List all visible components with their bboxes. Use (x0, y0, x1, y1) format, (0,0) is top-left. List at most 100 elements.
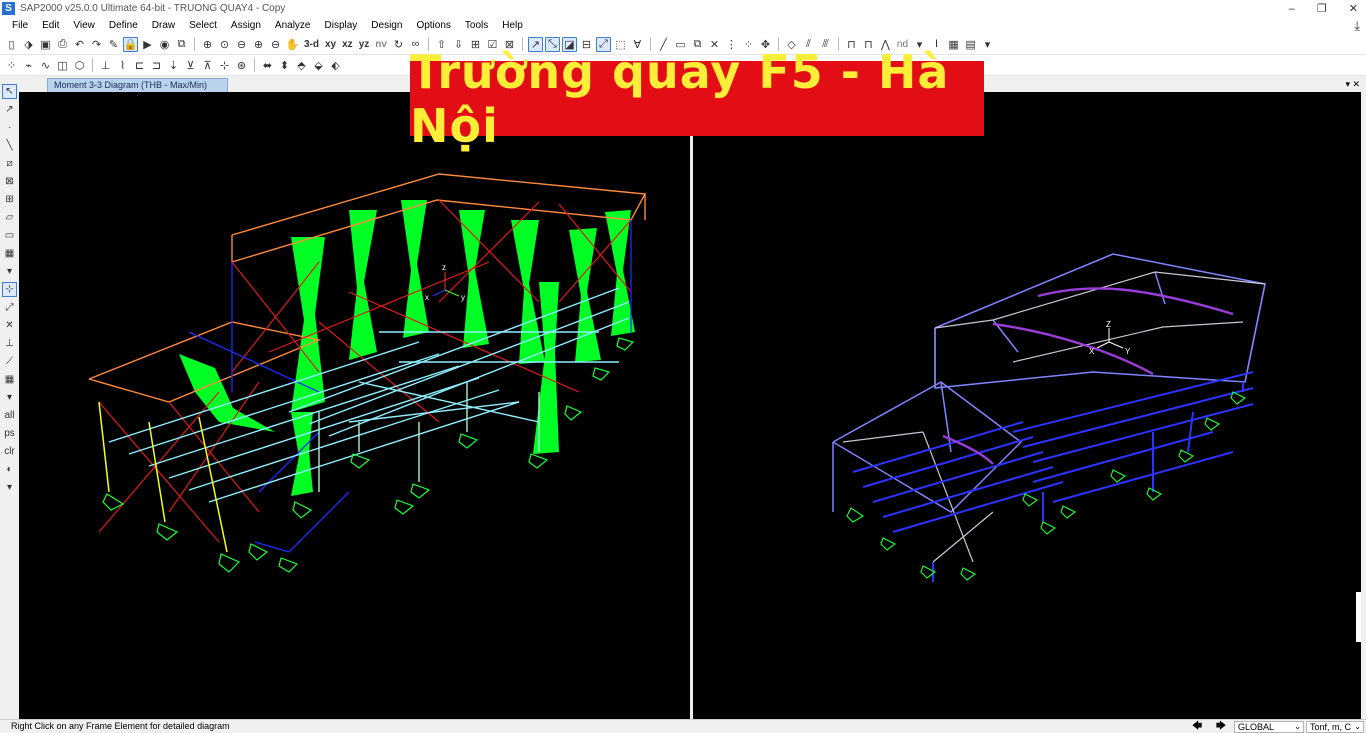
right-axis-y-label: Y (1125, 347, 1131, 356)
run-animation-icon[interactable]: ◉ (157, 37, 172, 52)
assign-group-icon[interactable]: ⊛ (234, 58, 249, 73)
pointer-select-icon[interactable]: ↖ (2, 84, 17, 99)
design-aluminum-icon[interactable]: ⬙ (311, 58, 326, 73)
design-steel-icon[interactable]: ⬌ (260, 58, 275, 73)
restore-button[interactable]: ❐ (1317, 2, 1327, 15)
design-cold-formed-icon[interactable]: ⬘ (294, 58, 309, 73)
menu-view[interactable]: View (66, 17, 102, 34)
right-axis-z-label: Z (1106, 320, 1111, 329)
save-icon[interactable]: ▣ (38, 37, 53, 52)
draw-solid-icon[interactable]: ⬡ (72, 58, 87, 73)
menu-tools[interactable]: Tools (458, 17, 495, 34)
view-xz-button[interactable]: xz (340, 39, 355, 50)
left-3d-viewport[interactable]: z y x (19, 92, 690, 719)
assign-load-icon[interactable]: ⇣ (166, 58, 181, 73)
lock-icon[interactable]: 🔒 (123, 36, 138, 52)
reshape-icon[interactable]: ↗ (2, 102, 17, 117)
zoom-in-icon[interactable]: ⊕ (251, 37, 266, 52)
select-all-side-icon[interactable]: all (2, 408, 17, 423)
download-icon[interactable]: ⤓ (1354, 17, 1360, 34)
zoom-previous-icon[interactable]: ⊖ (234, 37, 249, 52)
previous-select-icon[interactable]: ps (2, 426, 17, 441)
right-3d-viewport[interactable]: Z Y X (693, 92, 1361, 719)
clear-select-icon[interactable]: clr (2, 444, 17, 459)
sidebar-chevron2-icon[interactable]: ▾ (2, 390, 17, 405)
sidebar-chevron-icon[interactable]: ▾ (2, 264, 17, 279)
undo-icon[interactable]: ↶ (72, 37, 87, 52)
draw-rect-area-icon[interactable]: ▭ (2, 228, 17, 243)
snap-intersect-icon[interactable]: ✕ (2, 318, 17, 333)
view-3d-button[interactable]: 3-d (302, 39, 321, 50)
title-banner: Trường quay F5 - Hà Nội (410, 45, 984, 153)
sap2000-app-window: S SAP2000 v25.0.0 Ultimate 64-bit - TRUO… (0, 0, 1366, 733)
print-icon[interactable]: ⎙ (55, 37, 70, 52)
edit-pencil-icon[interactable]: ✎ (106, 37, 121, 52)
minimize-button[interactable]: – (1289, 3, 1295, 15)
coordinate-system-value: GLOBAL (1238, 722, 1275, 732)
view-nv-button[interactable]: nv (373, 39, 389, 50)
quick-draw-brace-icon[interactable]: ⊠ (2, 174, 17, 189)
snap-fine-grid-icon[interactable]: ▦ (2, 372, 17, 387)
new-model-icon[interactable]: ▯ (4, 37, 19, 52)
tab-menu-close[interactable]: ▾ ✕ (1345, 77, 1360, 92)
menu-edit[interactable]: Edit (35, 17, 66, 34)
refresh-window-icon[interactable]: ⧉ (174, 37, 189, 52)
design-concrete-icon[interactable]: ⬍ (277, 58, 292, 73)
chevron-down-icon: ⌄ (1294, 722, 1301, 731)
assign-section-icon[interactable]: ⊏ (132, 58, 147, 73)
menu-analyze[interactable]: Analyze (268, 17, 318, 34)
assign-temperature-icon[interactable]: ⊻ (183, 58, 198, 73)
menu-select[interactable]: Select (182, 17, 224, 34)
open-icon[interactable]: ⬗ (21, 37, 36, 52)
draw-link-icon[interactable]: ⌁ (21, 58, 36, 73)
tab-moment-diagram[interactable]: Moment 3-3 Diagram (THB - Max/Min) (47, 78, 229, 92)
snap-ends-icon[interactable]: ⤢ (2, 300, 17, 315)
quick-draw-secondary-icon[interactable]: ⊞ (2, 192, 17, 207)
quick-draw-frame-icon[interactable]: ⧄ (2, 156, 17, 171)
rotate-3d-icon[interactable]: ↻ (391, 37, 406, 52)
status-message: Right Click on any Frame Element for det… (11, 721, 230, 731)
pan-hand-icon[interactable]: ✋ (285, 37, 300, 52)
run-analysis-icon[interactable]: ▶ (140, 37, 155, 52)
assign-restraint-icon[interactable]: ⊥ (98, 58, 113, 73)
show-shadow-icon[interactable]: ◐ (2, 462, 17, 477)
draw-cable-icon[interactable]: ∿ (38, 58, 53, 73)
assign-release-icon[interactable]: ⊐ (149, 58, 164, 73)
redo-icon[interactable]: ↷ (89, 37, 104, 52)
close-button[interactable]: ✕ (1349, 2, 1358, 15)
assign-insertion-icon[interactable]: ⊼ (200, 58, 215, 73)
right-axis-triad: Z Y X (1089, 320, 1131, 356)
zoom-out-icon[interactable]: ⊖ (268, 37, 283, 52)
view-yz-button[interactable]: yz (357, 39, 372, 50)
moment-diagram-view: z y x (88, 173, 647, 573)
arrow-right-icon[interactable]: 🡆 (1212, 720, 1230, 733)
draw-tendon-icon[interactable]: ◫ (55, 58, 70, 73)
snap-points-icon[interactable]: ⊹ (2, 282, 17, 297)
menu-file[interactable]: File (5, 17, 35, 34)
arrow-left-icon[interactable]: 🡄 (1188, 720, 1206, 733)
assign-offset-icon[interactable]: ⊹ (217, 58, 232, 73)
menu-assign[interactable]: Assign (224, 17, 268, 34)
viewport-edge-marker (1356, 592, 1361, 642)
menu-options[interactable]: Options (409, 17, 457, 34)
coordinate-system-select[interactable]: GLOBAL ⌄ (1234, 721, 1304, 733)
snap-lines-icon[interactable]: ⟋ (2, 354, 17, 369)
menu-draw[interactable]: Draw (145, 17, 182, 34)
draw-poly-area-icon[interactable]: ▱ (2, 210, 17, 225)
menu-design[interactable]: Design (364, 17, 409, 34)
design-check-icon[interactable]: ⬖ (328, 58, 343, 73)
restore-full-view-icon[interactable]: ⊙ (217, 37, 232, 52)
draw-joint-icon[interactable]: ⁘ (4, 58, 19, 73)
view-xy-button[interactable]: xy (323, 39, 338, 50)
draw-line-icon[interactable]: ╲ (2, 138, 17, 153)
quick-draw-area-icon[interactable]: ▦ (2, 246, 17, 261)
menu-display[interactable]: Display (318, 17, 365, 34)
units-select[interactable]: Tonf, m, C ⌄ (1306, 721, 1364, 733)
menu-define[interactable]: Define (102, 17, 145, 34)
sidebar-chevron3-icon[interactable]: ▾ (2, 480, 17, 495)
snap-perpendicular-icon[interactable]: ⊥ (2, 336, 17, 351)
draw-point-icon[interactable]: · (2, 120, 17, 135)
zoom-window-icon[interactable]: ⊕ (200, 37, 215, 52)
assign-spring-icon[interactable]: ⌇ (115, 58, 130, 73)
menu-help[interactable]: Help (495, 17, 530, 34)
